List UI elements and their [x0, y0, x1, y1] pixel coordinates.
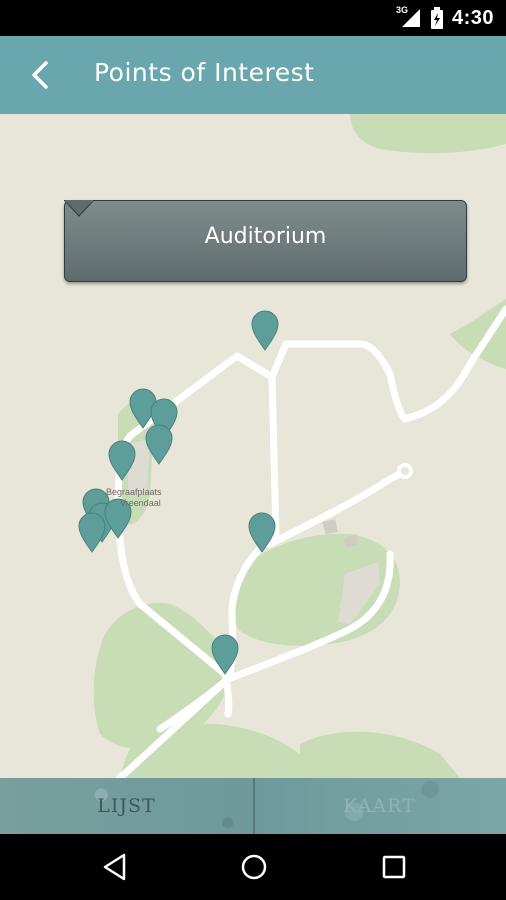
map-view[interactable]: Begraafplaats Vreendaal Auditorium [0, 114, 506, 778]
page-title: Points of Interest [94, 58, 315, 87]
map-place-label-line2: Vreendaal [120, 498, 161, 508]
park-area-top [350, 114, 506, 154]
bottom-tab-bar: LIJST KAART [0, 778, 506, 834]
nav-back-icon[interactable] [98, 850, 132, 884]
map-place-label: Begraafplaats Vreendaal [106, 487, 162, 509]
marker-info-window[interactable]: Auditorium [64, 200, 467, 282]
poi-marker-auditorium [251, 310, 279, 351]
building-small [322, 519, 338, 534]
park-area-east [450, 299, 506, 369]
clock-time: 4:30 [451, 6, 494, 29]
info-window-title: Auditorium [204, 224, 327, 249]
nav-recents-icon[interactable] [377, 850, 411, 884]
road-east-spur [266, 467, 409, 548]
nav-home-icon[interactable] [237, 850, 271, 884]
battery-charging-icon [430, 7, 444, 29]
back-arrow-icon[interactable] [28, 60, 52, 90]
system-nav-bar [0, 834, 506, 900]
info-window-pointer [64, 200, 94, 217]
status-bar: 3G 4:30 [0, 0, 506, 36]
tab-list[interactable]: LIJST [0, 778, 253, 834]
park-area-bottom-right [300, 731, 460, 778]
tab-map[interactable]: KAART [253, 778, 506, 834]
network-3g-icon: 3G [396, 5, 422, 29]
map-place-label-line1: Begraafplaats [106, 487, 162, 497]
poi-marker [78, 512, 106, 553]
road-roundabout [397, 463, 413, 479]
app-bar: Points of Interest [0, 36, 506, 114]
